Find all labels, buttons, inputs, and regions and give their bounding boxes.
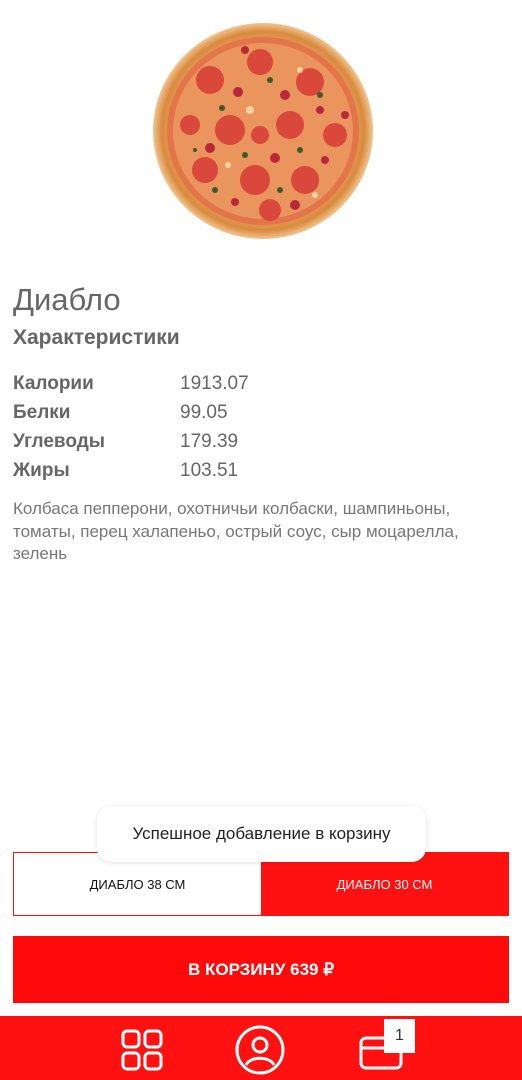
add-to-cart-button[interactable]: В КОРЗИНУ 639 ₽	[13, 936, 509, 1003]
nutrition-table: Калории 1913.07 Белки 99.05 Углеводы 179…	[13, 369, 313, 485]
pizza-image	[150, 20, 376, 242]
nutrition-row-calories: Калории 1913.07	[13, 369, 313, 398]
nutrition-label: Белки	[13, 401, 71, 423]
nutrition-value: 99.05	[180, 401, 228, 423]
nav-menu-button[interactable]	[116, 1024, 168, 1076]
nutrition-label: Жиры	[13, 459, 70, 481]
bottom-navigation	[0, 1016, 522, 1080]
nutrition-row-carbs: Углеводы 179.39	[13, 427, 313, 456]
product-description: Колбаса пепперони, охотничьи колбаски, ш…	[13, 499, 459, 563]
size-option-30cm[interactable]: ДИАБЛО 30 СМ	[261, 853, 508, 915]
user-profile-icon	[235, 1025, 285, 1075]
nutrition-value: 103.51	[180, 459, 239, 481]
product-screen: Диабло Характеристики Калории 1913.07 Бе…	[0, 0, 522, 1080]
cart-count-badge: 1	[384, 1019, 415, 1053]
nutrition-label: Калории	[13, 372, 94, 394]
nutrition-value: 1913.07	[180, 372, 249, 394]
nutrition-row-proteins: Белки 99.05	[13, 398, 313, 427]
size-option-38cm[interactable]: ДИАБЛО 38 СМ	[14, 853, 261, 915]
nutrition-label: Углеводы	[13, 430, 105, 452]
nav-profile-button[interactable]	[234, 1024, 286, 1076]
pizza-photo-icon	[153, 23, 373, 239]
success-toast: Успешное добавление в корзину	[97, 806, 426, 862]
characteristics-heading: Характеристики	[13, 326, 180, 349]
nutrition-row-fats: Жиры 103.51	[13, 456, 313, 485]
grid-menu-icon	[121, 1029, 163, 1071]
nutrition-value: 179.39	[180, 430, 239, 452]
product-title: Диабло	[13, 282, 121, 317]
